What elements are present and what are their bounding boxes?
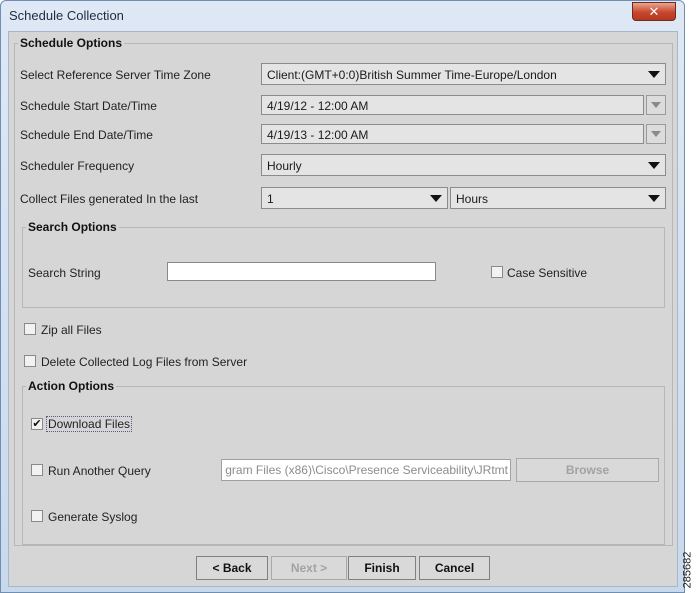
time-zone-select[interactable]: Client:(GMT+0:0)British Summer Time-Euro…: [261, 63, 666, 85]
collect-last-unit-select[interactable]: Hours: [450, 187, 666, 209]
frequency-value: Hourly: [267, 159, 302, 173]
chevron-down-icon: [648, 71, 660, 78]
start-datetime-dropdown-button[interactable]: [646, 95, 666, 115]
delete-logs-checkbox[interactable]: [24, 355, 36, 367]
chevron-down-icon: [648, 195, 660, 202]
run-query-checkbox[interactable]: [31, 464, 43, 476]
checkmark-icon: ✔: [32, 418, 42, 430]
run-query-label: Run Another Query: [48, 464, 151, 478]
end-datetime-value: 4/19/13 - 12:00 AM: [267, 128, 369, 142]
start-datetime-label: Schedule Start Date/Time: [20, 99, 157, 113]
chevron-down-icon: [648, 162, 660, 169]
end-datetime-label: Schedule End Date/Time: [20, 128, 153, 142]
query-path-value: gram Files (x86)\Cisco\Presence Servicea…: [225, 463, 508, 477]
zip-all-label: Zip all Files: [41, 323, 102, 337]
chevron-down-icon: [651, 131, 661, 137]
collect-last-unit-value: Hours: [456, 192, 489, 206]
search-options-legend: Search Options: [28, 220, 117, 234]
window-title: Schedule Collection: [9, 8, 124, 23]
schedule-options-legend: Schedule Options: [20, 36, 123, 50]
collect-last-label: Collect Files generated In the last: [20, 192, 199, 206]
figure-number: 285682: [681, 548, 699, 593]
cancel-button[interactable]: Cancel: [419, 556, 490, 580]
chevron-down-icon: [651, 102, 661, 108]
start-datetime-value: 4/19/12 - 12:00 AM: [267, 99, 369, 113]
case-sensitive-checkbox[interactable]: [491, 266, 503, 278]
close-button[interactable]: ✕: [632, 2, 676, 21]
collect-last-count-value: 1: [267, 192, 274, 206]
title-bar[interactable]: Schedule Collection ✕: [1, 1, 684, 31]
download-files-checkbox[interactable]: ✔: [31, 418, 43, 430]
figure-number-text: 285682: [681, 551, 694, 589]
start-datetime-field[interactable]: 4/19/12 - 12:00 AM: [261, 95, 644, 115]
finish-button[interactable]: Finish: [348, 556, 416, 580]
delete-logs-label: Delete Collected Log Files from Server: [41, 355, 248, 369]
end-datetime-field[interactable]: 4/19/13 - 12:00 AM: [261, 124, 644, 144]
case-sensitive-label: Case Sensitive: [507, 266, 588, 280]
dialog-content: Schedule Options Select Reference Server…: [8, 31, 678, 587]
search-string-input[interactable]: [167, 262, 436, 281]
query-path-field[interactable]: gram Files (x86)\Cisco\Presence Servicea…: [221, 459, 511, 481]
frequency-select[interactable]: Hourly: [261, 154, 666, 176]
time-zone-label: Select Reference Server Time Zone: [20, 68, 211, 82]
next-button[interactable]: Next >: [271, 556, 347, 580]
schedule-collection-window: Schedule Collection ✕ Schedule Options S…: [0, 0, 685, 593]
frequency-label: Scheduler Frequency: [20, 159, 135, 173]
generate-syslog-label: Generate Syslog: [48, 510, 138, 524]
search-string-label: Search String: [28, 266, 101, 280]
chevron-down-icon: [430, 195, 442, 202]
close-icon: ✕: [648, 4, 660, 19]
download-files-label: Download Files: [46, 416, 133, 432]
collect-last-count-select[interactable]: 1: [261, 187, 448, 209]
browse-button[interactable]: Browse: [516, 458, 659, 482]
time-zone-value: Client:(GMT+0:0)British Summer Time-Euro…: [267, 68, 557, 82]
end-datetime-dropdown-button[interactable]: [646, 124, 666, 144]
zip-all-checkbox[interactable]: [24, 323, 36, 335]
action-options-legend: Action Options: [28, 379, 114, 393]
back-button[interactable]: < Back: [196, 556, 268, 580]
generate-syslog-checkbox[interactable]: [31, 510, 43, 522]
